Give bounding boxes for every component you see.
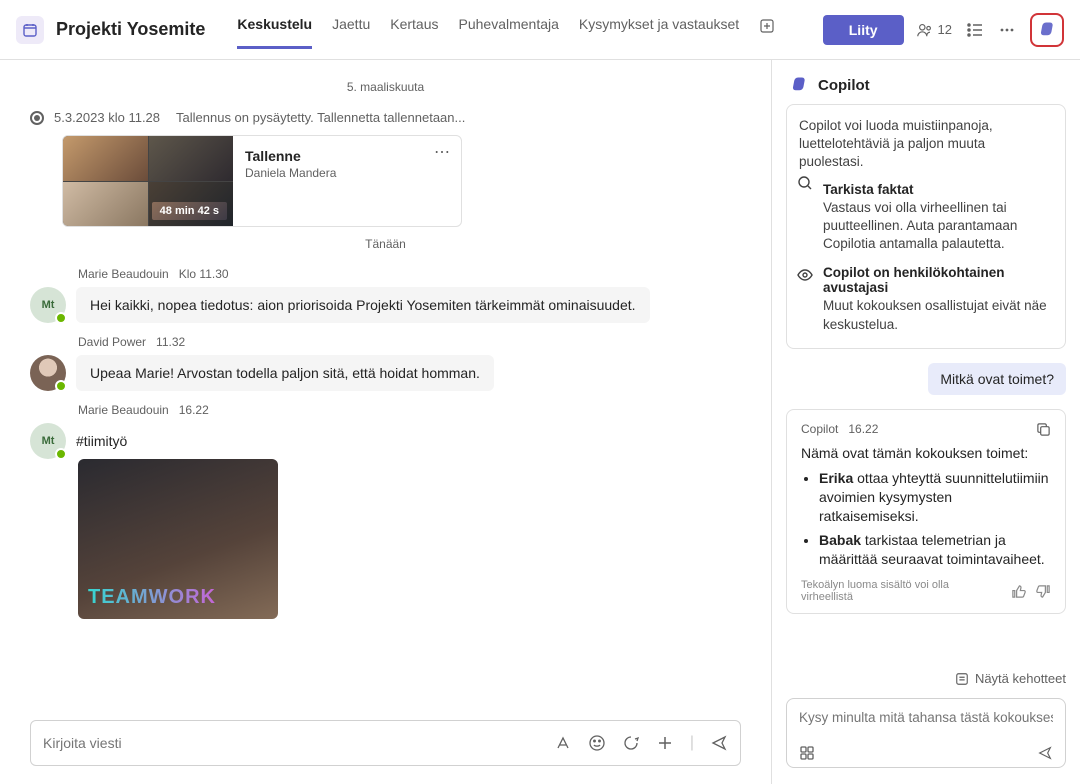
reply-time: 16.22 (848, 422, 878, 436)
participant-number: 12 (938, 22, 952, 37)
recording-more-icon[interactable]: ⋯ (434, 142, 451, 162)
send-icon[interactable] (1037, 745, 1053, 761)
tab-speaker-coach[interactable]: Puhevalmentaja (459, 10, 559, 49)
date-separator-today: Tänään (30, 237, 741, 251)
send-icon[interactable] (710, 734, 728, 752)
plus-icon[interactable] (656, 734, 674, 752)
personal-body: Muut kokouksen osallistujat eivät näe ke… (823, 297, 1053, 333)
personal-title: Copilot on henkilökohtainen avustajasi (823, 265, 1053, 295)
copy-icon[interactable] (1036, 422, 1051, 437)
header-controls: 12 (916, 13, 1064, 47)
tab-qa[interactable]: Kysymykset ja vastaukset (579, 10, 739, 49)
emoji-icon[interactable] (588, 734, 606, 752)
recording-thumbnail: 48 min 42 s (63, 136, 233, 226)
copilot-panel: Copilot Copilot voi luoda muistiinpanoja… (772, 60, 1080, 784)
copilot-info-card: Copilot voi luoda muistiinpanoja, luette… (786, 104, 1066, 349)
bullet-list-icon[interactable] (966, 21, 984, 39)
avatar[interactable]: Mt (30, 423, 66, 459)
format-icon[interactable] (554, 734, 572, 752)
action-item: Babak tarkistaa telemetrian ja määrittää… (819, 531, 1051, 569)
presence-badge (55, 312, 67, 324)
system-time: 5.3.2023 klo 11.28 (54, 110, 160, 125)
msg-time: 11.32 (156, 335, 185, 349)
tab-shared[interactable]: Jaettu (332, 10, 370, 49)
message-bubble: Upeaa Marie! Arvostan todella paljon sit… (76, 355, 494, 391)
avatar[interactable] (30, 355, 66, 391)
copilot-title: Copilot (818, 77, 870, 94)
show-prompts-button[interactable]: Näytä kehotteet (772, 661, 1080, 692)
presence-badge (55, 380, 67, 392)
loop-icon[interactable] (622, 734, 640, 752)
calendar-icon (16, 16, 44, 44)
add-tab-icon[interactable] (759, 10, 775, 49)
system-recording-row: 5.3.2023 klo 11.28 Tallennus on pysäytet… (30, 110, 741, 125)
chat-column: 5. maaliskuuta 5.3.2023 klo 11.28 Tallen… (0, 60, 772, 784)
message-bubble: Hei kaikki, nopea tiedotus: aion prioris… (76, 287, 650, 323)
meeting-title: Projekti Yosemite (56, 19, 205, 40)
thumbs-up-icon[interactable] (1011, 584, 1026, 599)
participant-count[interactable]: 12 (916, 21, 952, 39)
magnifier-icon (797, 175, 813, 191)
compose-box[interactable]: | (30, 720, 741, 766)
date-separator: 5. maaliskuuta (30, 80, 741, 94)
reply-intro: Nämä ovat tämän kokouksen toimet: (801, 445, 1051, 461)
copilot-logo-icon (790, 76, 808, 94)
msg-author: Marie Beaudouin (78, 267, 169, 281)
copilot-input[interactable] (799, 710, 1053, 725)
system-text: Tallennus on pysäytetty. Tallennetta tal… (176, 110, 465, 125)
thumbs-down-icon[interactable] (1036, 584, 1051, 599)
msg-author: Marie Beaudouin (78, 403, 169, 417)
gif-attachment[interactable]: TEAMWORK (78, 459, 278, 619)
presence-badge (55, 448, 67, 460)
ai-disclaimer: Tekoälyn luoma sisältö voi olla virheell… (801, 579, 991, 603)
more-icon[interactable] (998, 21, 1016, 39)
message-bubble: #tiimityö (76, 423, 141, 459)
copilot-intro-text: Copilot voi luoda muistiinpanoja, luette… (799, 117, 1053, 172)
recording-card[interactable]: 48 min 42 s ⋯ Tallenne Daniela Mandera (62, 135, 462, 227)
prompt-grid-icon[interactable] (799, 745, 815, 761)
tab-recap[interactable]: Kertaus (390, 10, 438, 49)
msg-time: 16.22 (179, 403, 209, 417)
avatar[interactable]: Mt (30, 287, 66, 323)
msg-time: Klo 11.30 (179, 267, 229, 281)
tab-chat[interactable]: Keskustelu (237, 10, 312, 49)
facts-title: Tarkista faktat (823, 182, 1053, 197)
recording-author: Daniela Mandera (245, 166, 449, 180)
reply-author: Copilot (801, 422, 838, 436)
eye-icon (797, 267, 813, 283)
copilot-input-box[interactable] (786, 698, 1066, 768)
copilot-toggle-button[interactable] (1030, 13, 1064, 47)
compose-input[interactable] (43, 735, 554, 751)
recording-duration: 48 min 42 s (152, 202, 227, 220)
record-icon (30, 111, 44, 125)
action-item: Erika ottaa yhteyttä suunnittelutiimiin … (819, 469, 1051, 526)
facts-body: Vastaus voi olla virheellinen tai puutte… (823, 199, 1053, 254)
join-button[interactable]: Liity (823, 15, 904, 45)
gif-caption: TEAMWORK (88, 586, 216, 609)
meeting-header: Projekti Yosemite Keskustelu Jaettu Kert… (0, 0, 1080, 60)
copilot-reply-card: Copilot 16.22 Nämä ovat tämän kokouksen … (786, 409, 1066, 614)
recording-title: Tallenne (245, 148, 449, 164)
msg-author: David Power (78, 335, 146, 349)
tab-bar: Keskustelu Jaettu Kertaus Puhevalmentaja… (229, 10, 810, 49)
copilot-user-message: Mitkä ovat toimet? (928, 363, 1066, 395)
